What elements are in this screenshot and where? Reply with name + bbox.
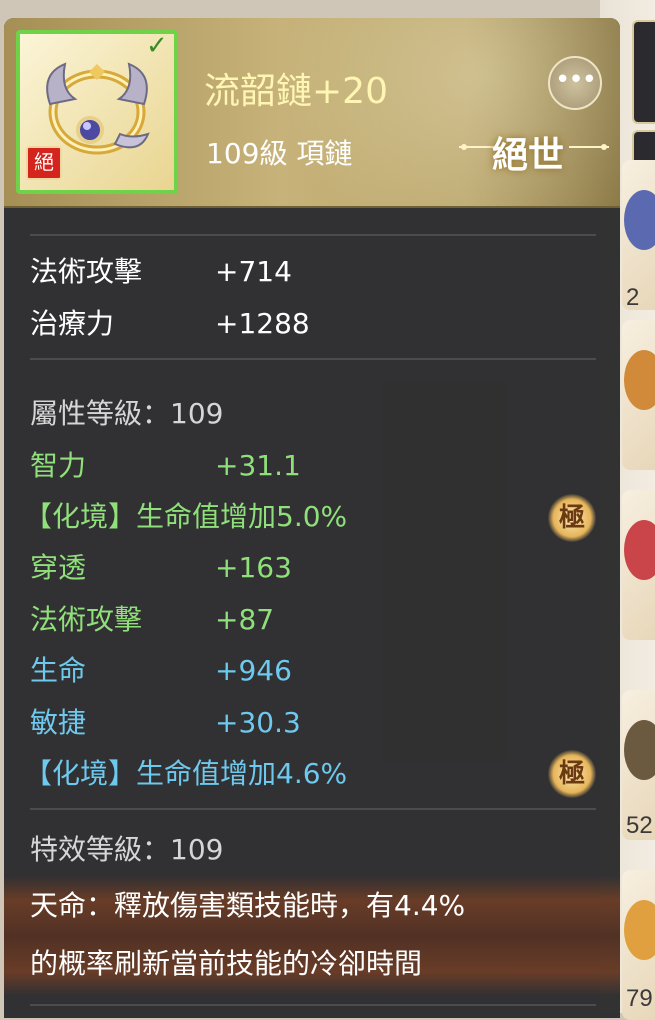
attr-label: 【化境】生命值增加4.6%	[24, 757, 348, 790]
slot-count-2: 52	[626, 812, 653, 839]
effect-description-line-2: 的概率刷新當前技能的冷卻時間	[30, 947, 423, 980]
side-tab-button-1[interactable]	[632, 20, 655, 124]
attr-value: +31.1	[215, 449, 301, 482]
ellipsis-icon: •••	[554, 65, 597, 95]
attr-header-text: 屬性等級：109	[30, 397, 224, 430]
stat-label: 法術攻擊	[30, 255, 143, 288]
attr-value: +163	[215, 551, 292, 584]
stat-value: +714	[215, 255, 292, 288]
more-options-button[interactable]: •••	[548, 56, 602, 110]
extreme-badge-icon: 極	[548, 494, 596, 542]
attr-label: 生命	[30, 654, 87, 687]
stat-value: +1288	[215, 307, 310, 340]
divider	[30, 1004, 596, 1006]
effect-description-line-1: 天命：釋放傷害類技能時，有4.4%	[30, 889, 466, 922]
item-header: ✓ 絕 流韶鏈+20 109級 項鏈 ••• 絕世	[4, 18, 620, 208]
attr-value: +946	[215, 654, 292, 687]
item-name: 流韶鏈+20	[204, 71, 388, 112]
attr-label: 穿透	[30, 551, 87, 584]
attr-value: +30.3	[215, 706, 301, 739]
attr-value: +87	[215, 603, 275, 636]
effect-header-text: 特效等級：109	[30, 833, 224, 866]
slot-count-3: 79	[626, 985, 653, 1012]
attr-label: 【化境】生命值增加5.0%	[24, 500, 348, 533]
stat-label: 治療力	[30, 307, 115, 340]
divider	[30, 234, 596, 236]
rarity-badge: 絕	[26, 146, 62, 180]
item-tooltip: ✓ 絕 流韶鏈+20 109級 項鏈 ••• 絕世 法術攻擊 +714 治療力 …	[4, 18, 620, 1018]
item-icon-frame[interactable]: ✓ 絕	[16, 30, 178, 194]
rarity-label: 絕世	[492, 135, 565, 176]
inventory-slot-2[interactable]	[622, 320, 655, 470]
equipped-check-icon: ✓	[146, 31, 168, 61]
attr-label: 智力	[30, 449, 87, 482]
extreme-badge-icon: 極	[548, 750, 596, 798]
item-level-type: 109級 項鏈	[206, 137, 353, 170]
divider	[30, 358, 596, 360]
slot-count-1: 2	[626, 284, 640, 311]
inventory-slot-3[interactable]	[622, 490, 655, 640]
attr-label: 敏捷	[30, 706, 87, 739]
attr-label: 法術攻擊	[30, 603, 143, 636]
divider	[30, 808, 596, 810]
